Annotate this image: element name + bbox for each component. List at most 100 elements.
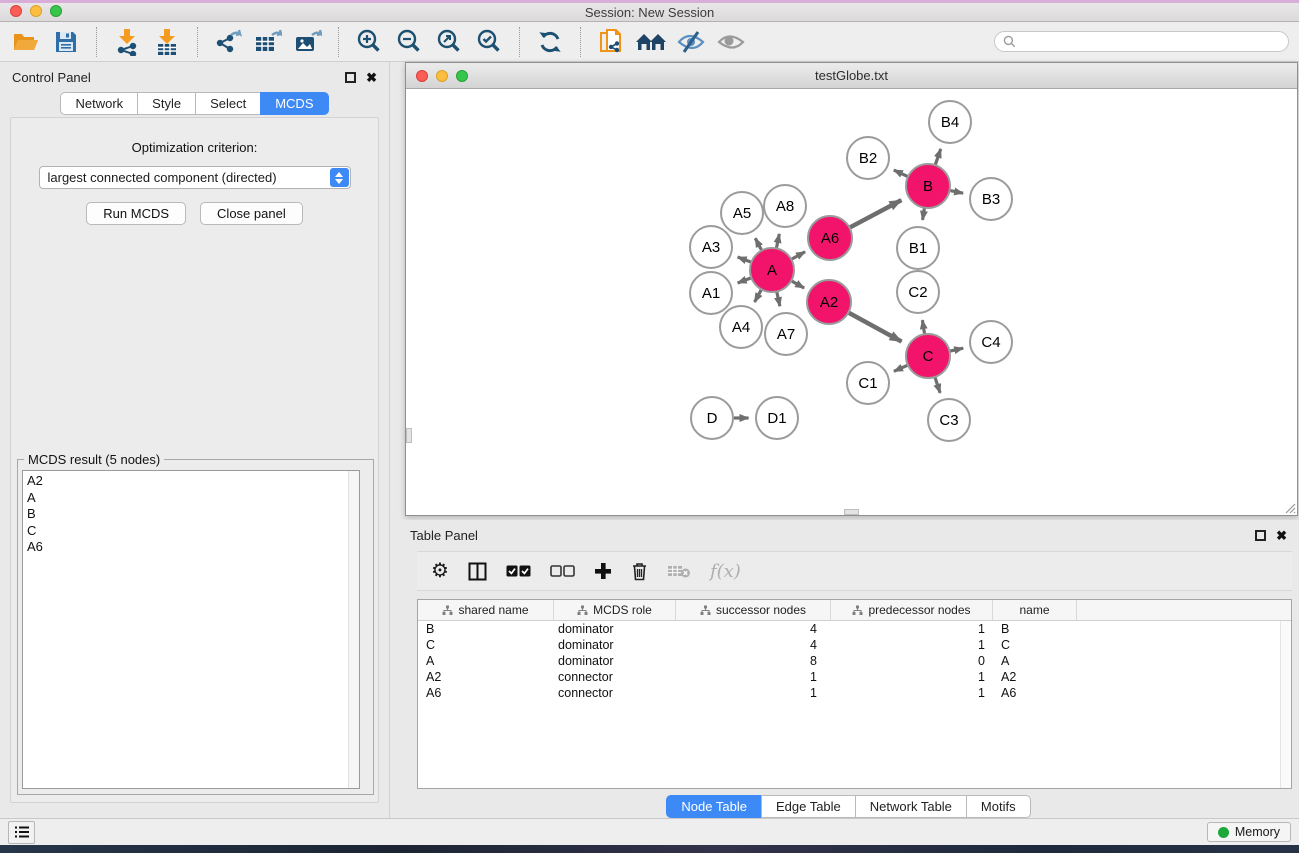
- network-canvas[interactable]: AA1A2A3A4A5A6A7A8BB1B2B3B4CC1C2C3C4DD1: [406, 89, 1297, 515]
- mcds-result-item[interactable]: A: [27, 490, 359, 507]
- table-scrollbar[interactable]: [1280, 621, 1291, 788]
- tab-network[interactable]: Network: [60, 92, 138, 115]
- close-panel-button[interactable]: Close panel: [200, 202, 303, 225]
- float-panel-icon[interactable]: [345, 72, 356, 83]
- mcds-result-item[interactable]: B: [27, 506, 359, 523]
- graph-edge-A-A5[interactable]: [755, 238, 761, 250]
- graph-edge-A-A7[interactable]: [777, 291, 780, 306]
- export-image-icon[interactable]: [292, 26, 324, 58]
- close-panel-icon[interactable]: ✖: [366, 72, 377, 83]
- graph-edge-A-A8[interactable]: [776, 234, 779, 249]
- task-history-button[interactable]: [8, 821, 35, 844]
- search-input[interactable]: [1021, 35, 1280, 49]
- zoom-selected-icon[interactable]: [473, 26, 505, 58]
- list-scrollbar[interactable]: [348, 471, 359, 788]
- tab-motifs[interactable]: Motifs: [966, 795, 1031, 818]
- clone-network-icon[interactable]: [595, 26, 627, 58]
- save-session-icon[interactable]: [50, 26, 82, 58]
- column-header-MCDS-role[interactable]: MCDS role: [554, 600, 676, 620]
- graph-edge-A-A2[interactable]: [791, 281, 804, 288]
- table-cell[interactable]: A6: [418, 685, 554, 701]
- graph-edge-A6-B[interactable]: [849, 200, 901, 228]
- table-row[interactable]: A2connector11A2: [418, 669, 1291, 685]
- show-panel-icon[interactable]: [468, 559, 487, 583]
- graph-edge-C-C1[interactable]: [894, 365, 908, 371]
- run-mcds-button[interactable]: Run MCDS: [86, 202, 186, 225]
- zoom-out-icon[interactable]: [393, 26, 425, 58]
- table-cell[interactable]: 1: [676, 669, 831, 685]
- table-cell[interactable]: C: [993, 637, 1077, 653]
- table-cell[interactable]: A: [993, 653, 1077, 669]
- resize-grip-icon[interactable]: [1282, 500, 1296, 514]
- table-row[interactable]: Cdominator41C: [418, 637, 1291, 653]
- table-cell[interactable]: 0: [831, 653, 993, 669]
- hide-selected-icon[interactable]: [675, 26, 707, 58]
- table-cell[interactable]: connector: [554, 685, 676, 701]
- graph-edge-B-B4[interactable]: [935, 149, 941, 165]
- graph-edge-A-A6[interactable]: [791, 252, 805, 260]
- graph-edge-A-A4[interactable]: [755, 289, 762, 302]
- table-cell[interactable]: 4: [676, 621, 831, 637]
- select-all-icon[interactable]: [506, 559, 531, 583]
- table-cell[interactable]: C: [418, 637, 554, 653]
- table-cell[interactable]: 8: [676, 653, 831, 669]
- table-cell[interactable]: dominator: [554, 621, 676, 637]
- mcds-result-item[interactable]: C: [27, 523, 359, 540]
- table-options-icon[interactable]: ⚙: [431, 559, 449, 583]
- network-window-titlebar[interactable]: testGlobe.txt: [406, 63, 1297, 89]
- mcds-result-item[interactable]: A6: [27, 539, 359, 556]
- table-cell[interactable]: 1: [831, 685, 993, 701]
- graph-edge-A-A1[interactable]: [738, 278, 752, 283]
- zoom-in-icon[interactable]: [353, 26, 385, 58]
- graph-edge-B-B1[interactable]: [923, 208, 925, 220]
- graph-edge-C-C4[interactable]: [949, 348, 963, 351]
- refresh-icon[interactable]: [534, 26, 566, 58]
- splitpane-handle[interactable]: [406, 428, 412, 443]
- table-cell[interactable]: 1: [831, 637, 993, 653]
- table-cell[interactable]: A6: [993, 685, 1077, 701]
- column-header-shared-name[interactable]: shared name: [418, 600, 554, 620]
- export-table-icon[interactable]: [252, 26, 284, 58]
- table-row[interactable]: Bdominator41B: [418, 621, 1291, 637]
- table-cell[interactable]: dominator: [554, 653, 676, 669]
- function-builder-icon[interactable]: f(x): [710, 559, 741, 583]
- deselect-all-icon[interactable]: [550, 559, 575, 583]
- table-cell[interactable]: A: [418, 653, 554, 669]
- tab-node-table[interactable]: Node Table: [666, 795, 762, 818]
- criterion-dropdown[interactable]: largest connected component (directed): [39, 166, 351, 189]
- table-cell[interactable]: A2: [418, 669, 554, 685]
- graph-edge-C-C2[interactable]: [922, 320, 924, 334]
- mcds-result-item[interactable]: A2: [27, 473, 359, 490]
- table-row[interactable]: Adominator80A: [418, 653, 1291, 669]
- graph-edge-A2-C[interactable]: [848, 313, 901, 342]
- memory-button[interactable]: Memory: [1207, 822, 1291, 842]
- zoom-fit-icon[interactable]: [433, 26, 465, 58]
- column-header-successor-nodes[interactable]: successor nodes: [676, 600, 831, 620]
- graph-edge-C-C3[interactable]: [935, 377, 940, 393]
- graph-edge-B-B3[interactable]: [950, 190, 964, 193]
- home-icon[interactable]: [635, 26, 667, 58]
- close-table-panel-icon[interactable]: ✖: [1276, 530, 1287, 541]
- table-cell[interactable]: 1: [831, 669, 993, 685]
- tab-network-table[interactable]: Network Table: [855, 795, 967, 818]
- show-all-icon[interactable]: [715, 26, 747, 58]
- import-table-icon[interactable]: [151, 26, 183, 58]
- table-row[interactable]: A6connector11A6: [418, 685, 1291, 701]
- network-graph[interactable]: AA1A2A3A4A5A6A7A8BB1B2B3B4CC1C2C3C4DD1: [406, 89, 1297, 515]
- search-field[interactable]: [994, 31, 1289, 52]
- graph-edge-A-A3[interactable]: [738, 257, 752, 262]
- table-cell[interactable]: 4: [676, 637, 831, 653]
- table-cell[interactable]: A2: [993, 669, 1077, 685]
- mcds-result-list[interactable]: A2ABCA6: [22, 470, 360, 789]
- table-cell[interactable]: B: [993, 621, 1077, 637]
- table-cell[interactable]: dominator: [554, 637, 676, 653]
- delete-table-icon[interactable]: [667, 559, 691, 583]
- tab-select[interactable]: Select: [195, 92, 261, 115]
- table-cell[interactable]: 1: [831, 621, 993, 637]
- tab-style[interactable]: Style: [137, 92, 196, 115]
- import-network-icon[interactable]: [111, 26, 143, 58]
- table-cell[interactable]: B: [418, 621, 554, 637]
- splitpane-handle[interactable]: [844, 509, 859, 515]
- delete-column-icon[interactable]: [631, 559, 648, 583]
- table-cell[interactable]: 1: [676, 685, 831, 701]
